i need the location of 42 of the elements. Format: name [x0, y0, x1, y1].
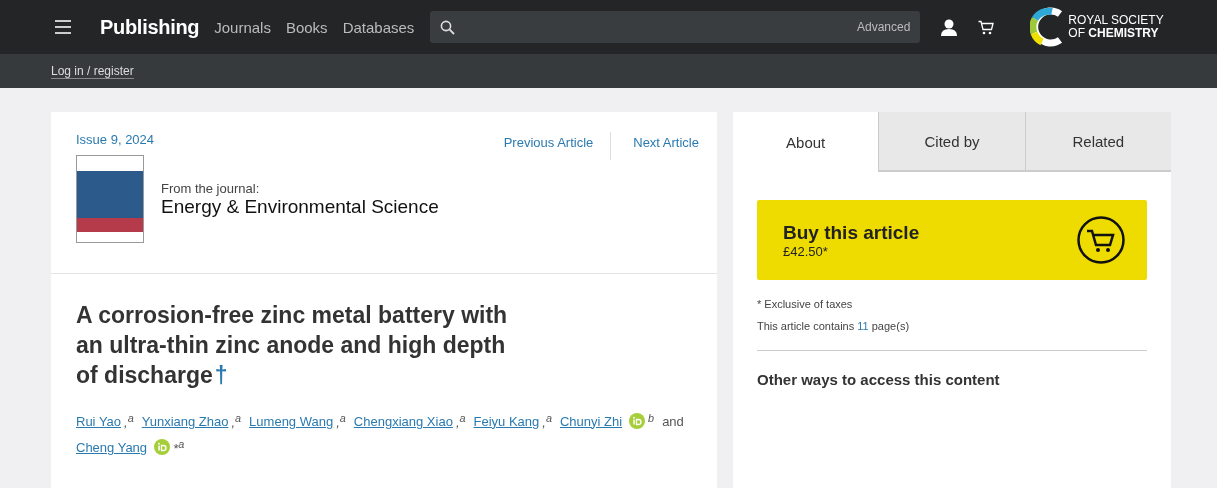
affiliation-mark: ,$^{a}$ — [231, 412, 242, 431]
affiliation-mark: ,$^{a}$ — [455, 412, 466, 431]
author-link[interactable]: Rui Yao — [76, 413, 122, 429]
author-link[interactable]: Lumeng Wang — [249, 413, 334, 429]
tab[interactable]: Related — [1024, 112, 1171, 172]
page-count-note: This article contains 11 page(s) — [757, 320, 911, 332]
login-link[interactable]: Log in / register — [51, 63, 134, 79]
brand-link[interactable]: Publishing — [100, 15, 200, 39]
previous-article-link[interactable]: Previous Article — [503, 132, 594, 160]
author-link[interactable]: Cheng Yang — [76, 440, 148, 455]
footnote-link[interactable]: † — [214, 362, 228, 388]
buy-article-button[interactable]: Buy this article £42.50* — [757, 200, 1147, 280]
logo-text: OF CHEMISTRY — [1068, 27, 1160, 40]
cart-icon[interactable] — [978, 19, 995, 35]
journal-label: From the journal: — [161, 180, 261, 196]
author-link[interactable]: Feiyu Kang — [473, 413, 540, 429]
affiliation-mark: ,$^{a}$ — [542, 412, 552, 431]
logo-text: ROYAL SOCIETY — [1068, 14, 1164, 27]
affiliation-mark: ,$^{a}$ — [336, 412, 346, 431]
affiliation-mark: *$^{a}$ — [173, 438, 185, 457]
nav-link[interactable]: Databases — [342, 18, 415, 36]
menu-icon[interactable] — [55, 20, 71, 34]
author-link[interactable]: Chunyi Zhi — [559, 413, 623, 429]
nav-link[interactable]: Books — [285, 18, 328, 36]
search-field[interactable]: Advanced — [430, 11, 921, 43]
author-link[interactable]: Yunxiang Zhao — [141, 413, 229, 429]
nav-link[interactable]: Journals — [214, 18, 271, 36]
journal-title: Energy & Environmental Science — [161, 195, 439, 218]
next-article-link[interactable]: Next Article — [610, 132, 699, 160]
tax-note: * Exclusive of taxes — [757, 298, 854, 310]
article-title: A corrosion-free zinc metal battery with an ultra-thin zinc anode and high depth of discharge† — [76, 301, 509, 390]
author-joiner: and — [662, 413, 684, 429]
access-heading: Other ways to access this content — [757, 371, 1001, 388]
user-icon[interactable] — [941, 18, 958, 36]
affiliation-mark: b — [648, 412, 655, 426]
search-icon — [440, 19, 456, 35]
issue-link[interactable]: Issue 9, 2024 — [76, 132, 439, 147]
affiliation-mark: ,$^{a}$ — [124, 412, 134, 431]
advanced-search-link[interactable]: Advanced — [856, 20, 911, 34]
tab[interactable]: Cited by — [878, 112, 1025, 172]
cart-icon — [1077, 216, 1125, 264]
author-link[interactable]: Chengxiang Xiao — [353, 413, 453, 429]
